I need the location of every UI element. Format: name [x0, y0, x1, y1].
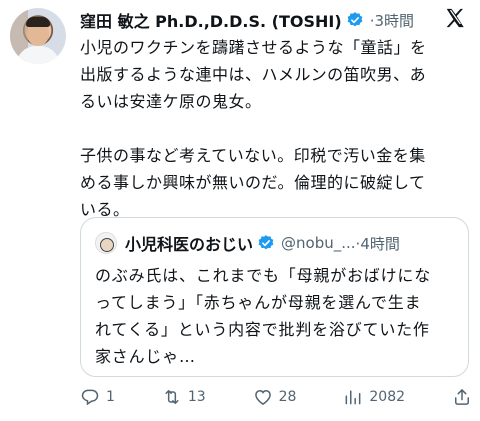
tweet-time[interactable]: ·3時間 [370, 10, 414, 31]
share-button[interactable] [452, 387, 472, 407]
tweet-body: 小児のワクチンを躊躇させるような「童話」を 出版するような連中は、ハメルンの笛吹… [80, 34, 460, 223]
quoted-author-name: 小児科医のおじい [125, 235, 254, 254]
tweet-paragraph: 子供の事など考えていない。印税で汚い金を集 める事しか興味が無いのだ。倫理的に破… [80, 146, 426, 219]
views-chart-icon [345, 390, 361, 405]
like-count: 28 [278, 389, 297, 405]
verified-badge-icon [347, 12, 363, 27]
quoted-tweet-header: 小児科医のおじい @nobu_... ·4時間 [95, 232, 458, 254]
reply-button[interactable]: 1 [80, 387, 115, 407]
reply-icon [81, 389, 99, 406]
quoted-tweet-text: のぶみ氏は、これまでも「母親がおばけにな ってしまう」「赤ちゃんが母親を選んで生… [95, 266, 432, 366]
author-name[interactable]: 窪田 敏之 Ph.D.,D.D.S. (TOSHI) [80, 8, 342, 32]
tweet-paragraph: 小児のワクチンを躊躇させるような「童話」を 出版するような連中は、ハメルンの笛吹… [80, 38, 427, 111]
quoted-author-handle: @nobu_... [281, 234, 356, 252]
like-button[interactable]: 28 [253, 387, 297, 407]
reply-count: 1 [106, 389, 115, 405]
retweet-icon [165, 390, 179, 404]
verified-badge-icon [258, 235, 274, 250]
heart-icon [254, 389, 271, 405]
views-button[interactable]: 2082 [343, 387, 405, 407]
share-icon [454, 389, 469, 405]
quoted-tweet-card[interactable]: 小児科医のおじい @nobu_... ·4時間 のぶみ氏は、これまでも「母親がお… [80, 217, 469, 377]
retweet-count: 13 [187, 389, 206, 405]
x-logo-icon[interactable] [444, 7, 466, 29]
author-avatar[interactable] [10, 8, 66, 64]
tweet-actions-bar: 1 13 28 2082 [80, 384, 472, 410]
quoted-author-avatar [95, 232, 117, 254]
tweet-header: 窪田 敏之 Ph.D.,D.D.S. (TOSHI) ·3時間 [80, 8, 470, 32]
quoted-tweet-time: ·4時間 [355, 234, 400, 253]
retweet-button[interactable]: 13 [162, 387, 206, 407]
view-count: 2082 [369, 389, 406, 405]
